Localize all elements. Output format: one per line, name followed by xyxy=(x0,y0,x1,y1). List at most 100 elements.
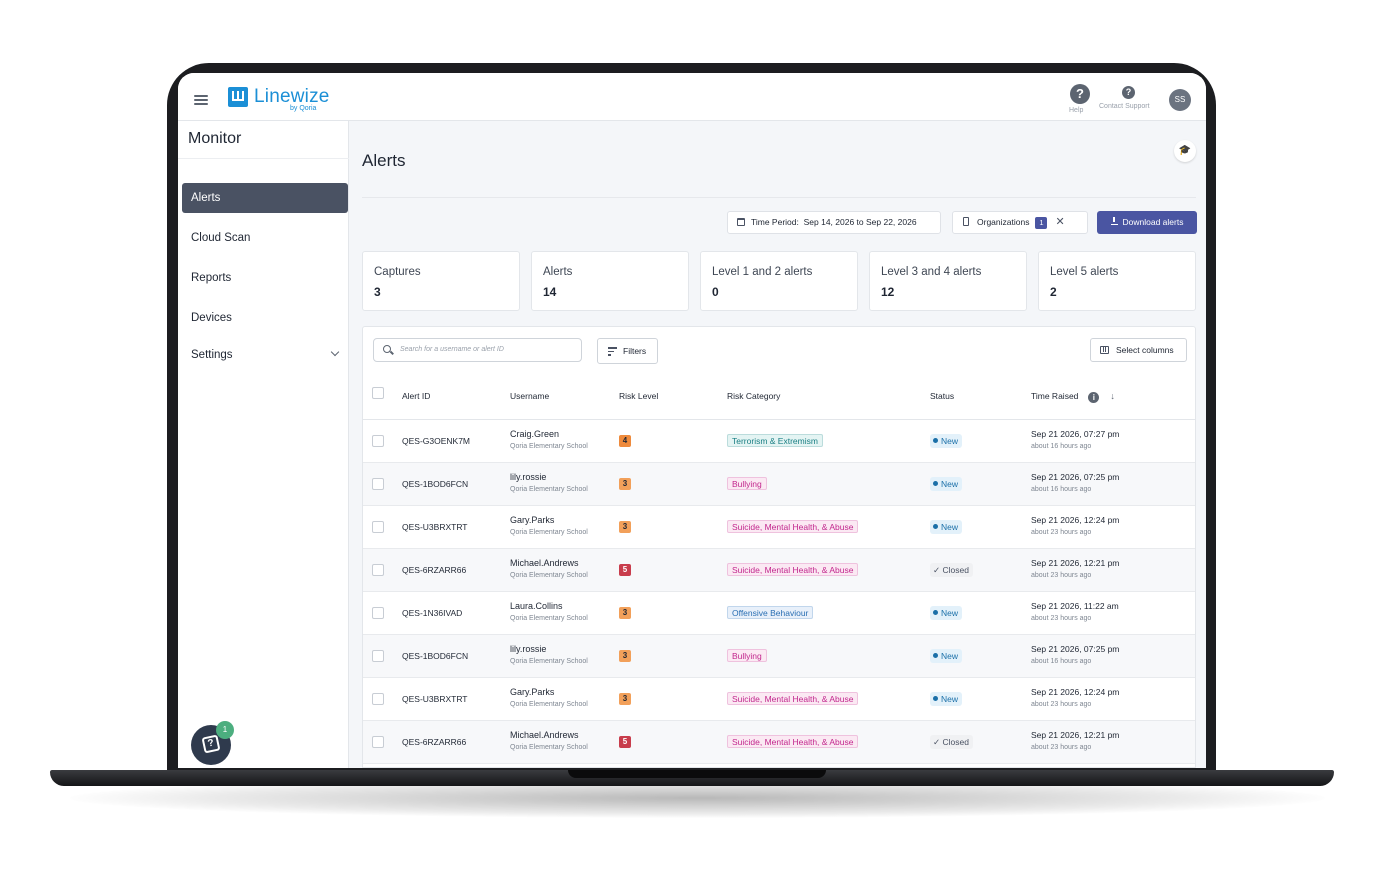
alert-id[interactable]: QES-U3BRXTRT xyxy=(402,694,468,704)
table-row[interactable]: QES-U3BRXTRT Gary.Parks Qoria Elementary S… xyxy=(363,678,1195,721)
row-checkbox[interactable] xyxy=(372,607,384,619)
username: Gary.Parks xyxy=(510,687,555,697)
alert-id[interactable]: QES-G3OENK7M xyxy=(402,436,470,446)
status-label: New xyxy=(941,694,959,704)
row-checkbox[interactable] xyxy=(372,478,384,490)
sort-down-icon[interactable]: ↓ xyxy=(1110,391,1115,401)
alert-id[interactable]: QES-1BOD6FCN xyxy=(402,651,468,661)
school-name: Qoria Elementary School xyxy=(510,529,588,536)
sidebar-item-settings[interactable]: Settings xyxy=(182,340,348,370)
username: lily.rossie xyxy=(510,644,547,654)
laptop-notch xyxy=(568,770,826,778)
column-header-username[interactable]: Username xyxy=(510,391,549,401)
risk-level-badge: 5 xyxy=(619,564,631,576)
school-name: Qoria Elementary School xyxy=(510,443,588,450)
column-header-time-raised[interactable]: Time Raised i ↓ xyxy=(1031,391,1115,403)
alert-id[interactable]: QES-6RZARR66 xyxy=(402,565,466,575)
stat-label: Captures xyxy=(374,266,421,278)
column-header-risk-level[interactable]: Risk Level xyxy=(619,391,658,401)
stat-value: 14 xyxy=(543,285,557,299)
alert-id[interactable]: QES-U3BRXTRT xyxy=(402,522,468,532)
stat-card-captures: Captures 3 xyxy=(362,251,520,311)
status-dot-icon xyxy=(933,481,938,486)
time-period-filter[interactable]: Time Period: Sep 14, 2026 to Sep 22, 202… xyxy=(727,211,941,234)
table-row[interactable]: QES-1BOD6FCN lily.rossie Qoria Elementary … xyxy=(363,635,1195,678)
status-label: New xyxy=(941,608,959,618)
search-placeholder: Search for a username or alert ID xyxy=(400,346,504,353)
alert-id[interactable]: QES-1BOD6FCN xyxy=(402,479,468,489)
time-ago: about 16 hours ago xyxy=(1031,443,1092,450)
risk-category-tag: Suicide, Mental Health, & Abuse xyxy=(727,520,859,533)
select-columns-button[interactable]: Select columns xyxy=(1090,338,1187,362)
column-header-status[interactable]: Status xyxy=(930,391,954,401)
time-ago: about 23 hours ago xyxy=(1031,744,1092,751)
risk-level-badge: 3 xyxy=(619,478,631,490)
table-row[interactable]: QES-G3OENK7M Craig.Green Qoria Elementary … xyxy=(363,420,1195,463)
row-checkbox[interactable] xyxy=(372,736,384,748)
filters-button[interactable]: Filters xyxy=(597,338,658,364)
table-row[interactable]: QES-6RZARR66 Michael.Andrews Qoria Element… xyxy=(363,549,1195,592)
time-ago: about 23 hours ago xyxy=(1031,529,1092,536)
row-checkbox[interactable] xyxy=(372,435,384,447)
risk-category-tag: Bullying xyxy=(727,477,767,490)
status-dot-icon xyxy=(933,696,938,701)
stat-value: 3 xyxy=(374,285,381,299)
stat-card-level-5: Level 5 alerts 2 xyxy=(1038,251,1196,311)
status-badge: New xyxy=(930,434,963,448)
status-badge: New xyxy=(930,606,963,620)
help-icon[interactable]: ? xyxy=(1070,84,1090,104)
risk-category-tag: Suicide, Mental Health, & Abuse xyxy=(727,563,859,576)
columns-icon xyxy=(1100,346,1109,354)
contact-support-icon[interactable]: ? xyxy=(1122,86,1135,99)
organizations-filter[interactable]: Organizations 1 ✕ xyxy=(952,211,1088,234)
status-dot-icon xyxy=(933,610,938,615)
linewize-logo-icon xyxy=(228,87,248,107)
graduation-cap-icon[interactable]: 🎓 xyxy=(1174,140,1196,162)
time-ago: about 23 hours ago xyxy=(1031,615,1092,622)
table-row[interactable]: QES-6RZARR66 Michael.Andrews Qoria Element… xyxy=(363,721,1195,764)
menu-icon[interactable] xyxy=(194,95,208,107)
chat-badge: 1 xyxy=(216,721,234,739)
risk-level-badge: 3 xyxy=(619,607,631,619)
stat-card-alerts: Alerts 14 xyxy=(531,251,689,311)
alert-id[interactable]: QES-1N36IVAD xyxy=(402,608,462,618)
sidebar-item-reports[interactable]: Reports xyxy=(182,263,348,293)
info-icon[interactable]: i xyxy=(1088,392,1100,403)
username: Michael.Andrews xyxy=(510,558,579,568)
stat-label: Level 5 alerts xyxy=(1050,266,1119,278)
row-checkbox[interactable] xyxy=(372,650,384,662)
alert-id[interactable]: QES-6RZARR66 xyxy=(402,737,466,747)
stat-label: Level 3 and 4 alerts xyxy=(881,266,982,278)
download-alerts-button[interactable]: Download alerts xyxy=(1097,211,1197,234)
sidebar-item-devices[interactable]: Devices xyxy=(182,303,348,333)
chevron-down-icon xyxy=(330,347,340,357)
row-checkbox[interactable] xyxy=(372,521,384,533)
stat-value: 12 xyxy=(881,285,895,299)
school-name: Qoria Elementary School xyxy=(510,572,588,579)
column-header-label: Time Raised xyxy=(1031,391,1079,401)
status-badge: New xyxy=(930,649,963,663)
sidebar-item-cloud-scan[interactable]: Cloud Scan xyxy=(182,223,348,253)
column-header-alert-id[interactable]: Alert ID xyxy=(402,391,430,401)
sidebar: Monitor Alerts Cloud Scan Reports Device… xyxy=(178,121,349,768)
table-row[interactable]: QES-U3BRXTRT Gary.Parks Qoria Elementary S… xyxy=(363,506,1195,549)
risk-category-tag: Suicide, Mental Health, & Abuse xyxy=(727,735,859,748)
table-row[interactable]: QES-1N36IVAD Laura.Collins Qoria Elementar… xyxy=(363,592,1195,635)
table-row[interactable]: QES-1BOD6FCN lily.rossie Qoria Elementary … xyxy=(363,463,1195,506)
sidebar-item-alerts[interactable]: Alerts xyxy=(182,183,348,213)
alerts-table: Search for a username or alert ID Filter… xyxy=(362,326,1196,768)
status-badge: ✓ Closed xyxy=(930,563,973,577)
column-header-risk-category[interactable]: Risk Category xyxy=(727,391,780,401)
search-input[interactable]: Search for a username or alert ID xyxy=(373,338,582,362)
school-name: Qoria Elementary School xyxy=(510,486,588,493)
logo-subtitle: by Qoria xyxy=(290,105,317,112)
close-icon[interactable]: ✕ xyxy=(1055,216,1064,228)
chat-icon: ? xyxy=(201,734,221,754)
stat-card-level-3-4: Level 3 and 4 alerts 12 xyxy=(869,251,1027,311)
time-raised: Sep 21 2026, 12:24 pm xyxy=(1031,515,1120,525)
row-checkbox[interactable] xyxy=(372,564,384,576)
avatar[interactable]: SS xyxy=(1169,89,1191,111)
select-all-checkbox[interactable] xyxy=(372,387,384,399)
row-checkbox[interactable] xyxy=(372,693,384,705)
top-bar: Linewize by Qoria ? Help ? Contact Suppo… xyxy=(178,73,1206,121)
